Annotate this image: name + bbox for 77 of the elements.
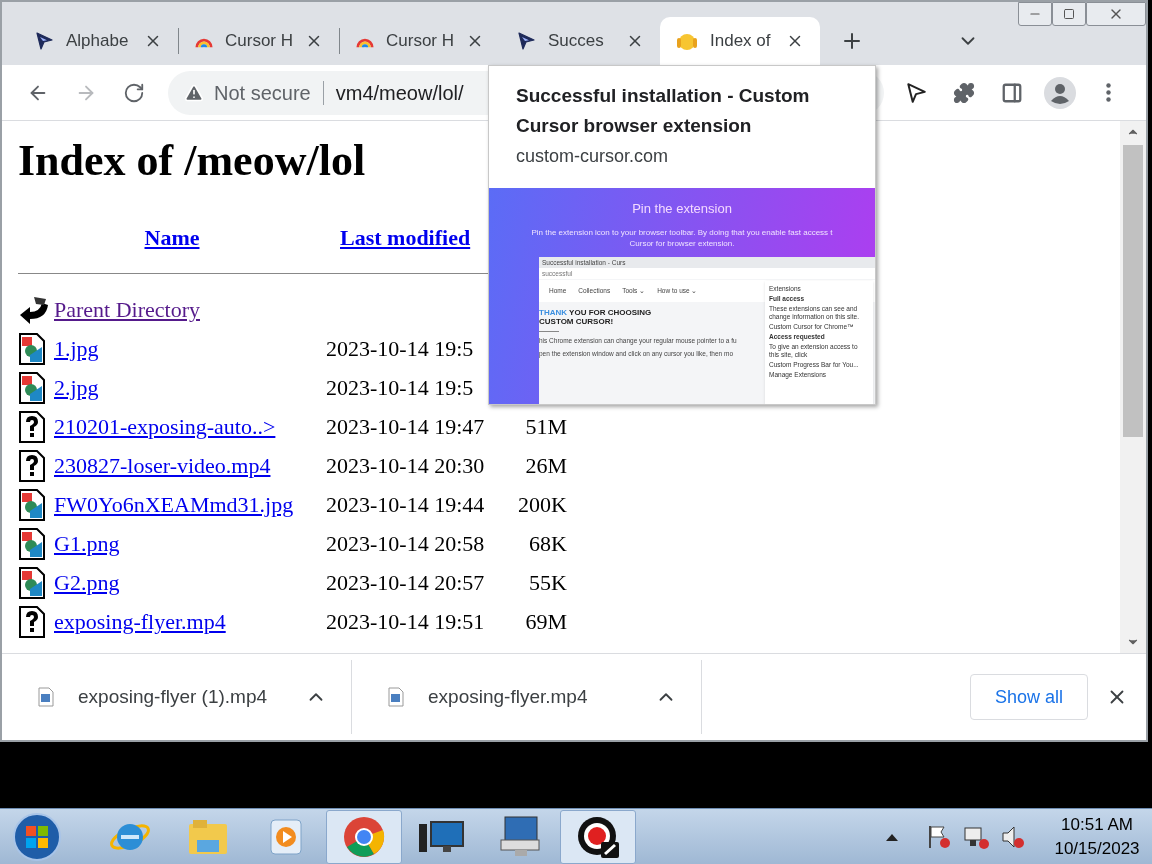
- tab-title: Index of: [710, 30, 772, 53]
- flag-warning-icon[interactable]: [926, 823, 952, 850]
- file-link[interactable]: 230827-loser-video.mp4: [54, 449, 271, 482]
- modified-date: 2023-10-14 19:5: [326, 374, 474, 402]
- download-name[interactable]: exposing-flyer.mp4: [428, 682, 655, 712]
- file-link[interactable]: 210201-exposing-auto..>: [54, 410, 276, 443]
- start-orb-icon: [12, 811, 62, 862]
- file-link[interactable]: G2.png: [54, 566, 120, 599]
- minimize-button[interactable]: [1018, 2, 1052, 26]
- image-file-icon: [18, 332, 46, 365]
- modified-date: 2023-10-14 20:58: [326, 530, 485, 558]
- reload-icon: [123, 81, 145, 104]
- tab-title: Cursor H: [225, 30, 293, 53]
- image-file-icon: [18, 527, 46, 560]
- image-file-icon: [18, 566, 46, 599]
- cursor-icon: [34, 31, 54, 51]
- browser-tab[interactable]: Succes: [500, 17, 660, 65]
- browser-tab[interactable]: Cursor H: [340, 17, 500, 65]
- browser-tab[interactable]: Index of: [660, 17, 820, 65]
- side-panel-icon: [1001, 81, 1023, 104]
- unknown-file-icon: [18, 410, 46, 443]
- menu-icon: [1105, 83, 1111, 102]
- tab-title: Succes: [548, 30, 605, 53]
- modified-date: 2023-10-14 19:5: [326, 335, 474, 363]
- preview-heading: Pin the extension: [632, 202, 732, 215]
- file-link[interactable]: Parent Directory: [54, 293, 200, 326]
- file-link[interactable]: G1.png: [54, 527, 120, 560]
- close-button[interactable]: [1086, 2, 1146, 26]
- tab-title: Alphabe: [66, 30, 130, 53]
- file-size: 55K: [529, 569, 567, 597]
- file-link[interactable]: FW0Yo6nXEAMmd31.jpg: [54, 488, 294, 521]
- tooltip-domain: custom-cursor.com: [516, 145, 670, 168]
- avatar-icon: [1044, 76, 1076, 109]
- page-heading: Index of /meow/lol: [18, 135, 366, 187]
- modified-date: 2023-10-14 19:44: [326, 491, 485, 519]
- clock-time: 10:51 AM: [1061, 813, 1133, 836]
- recorder-tool-icon[interactable]: [560, 809, 636, 864]
- warning-icon: [184, 82, 204, 103]
- file-size: 69M: [525, 608, 567, 636]
- security-label: Not secure: [214, 80, 311, 106]
- file-size: 200K: [518, 491, 567, 519]
- browser-tab[interactable]: Cursor H: [179, 17, 339, 65]
- image-file-icon: [18, 488, 46, 521]
- browser-tab[interactable]: Alphabe: [18, 17, 178, 65]
- file-link[interactable]: 2.jpg: [54, 371, 99, 404]
- modified-date: 2023-10-14 20:57: [326, 569, 485, 597]
- tab-title: Cursor H: [386, 30, 454, 53]
- modified-date: 2023-10-14 19:47: [326, 413, 485, 441]
- back-arrow-icon: [18, 294, 50, 325]
- download-name[interactable]: exposing-flyer (1).mp4: [78, 682, 305, 712]
- scrollbar[interactable]: [1120, 121, 1146, 653]
- show-hidden-icons[interactable]: [886, 832, 898, 841]
- maximize-icon: [1063, 8, 1075, 20]
- puzzle-icon: [953, 81, 975, 104]
- file-size: 51M: [525, 413, 567, 441]
- maximize-button[interactable]: [1052, 2, 1086, 26]
- video-file-icon: [38, 687, 54, 707]
- preview-description: Pin the extension icon to your browser toolbar. By doing that you enable fast access t Cursor for browser extension.: [531, 227, 833, 249]
- column-header-link[interactable]: Last modified: [340, 221, 471, 254]
- column-header-link[interactable]: Name: [144, 221, 200, 254]
- cursor-icon: [516, 31, 536, 51]
- file-size: 26M: [525, 452, 567, 480]
- unknown-file-icon: [18, 449, 46, 482]
- file-link[interactable]: exposing-flyer.mp4: [54, 605, 226, 638]
- cursor-icon: [905, 81, 927, 104]
- mini-headline: THANK YOU FOR CHOOSING CUSTOM CURSOR!: [539, 308, 652, 326]
- modified-date: 2023-10-14 20:30: [326, 452, 485, 480]
- modified-date: 2023-10-14 19:51: [326, 608, 485, 636]
- show-all-button[interactable]: Show all: [970, 674, 1088, 720]
- video-file-icon: [388, 687, 404, 707]
- image-file-icon: [18, 371, 46, 404]
- clock-date: 10/15/2023: [1054, 837, 1140, 860]
- clock[interactable]: 10:51 AM 10/15/2023: [1042, 812, 1152, 861]
- file-size: 68K: [529, 530, 567, 558]
- unknown-file-icon: [18, 605, 46, 638]
- file-link[interactable]: 1.jpg: [54, 332, 99, 365]
- url-text: vm4/meow/lol/: [335, 80, 464, 106]
